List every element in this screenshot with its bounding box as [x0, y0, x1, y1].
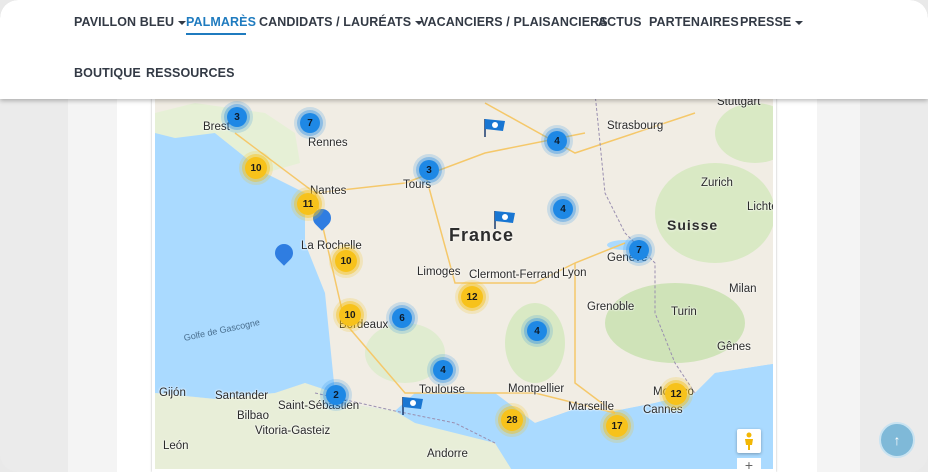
city-label: Clermont-Ferrand — [469, 269, 560, 281]
map-cluster[interactable]: 28 — [501, 409, 523, 431]
city-label: Strasbourg — [607, 120, 664, 132]
map-cluster[interactable]: 10 — [339, 304, 361, 326]
main-navbar: PAVILLON BLEU PALMARÈS CANDIDATS / LAURÉ… — [0, 0, 928, 99]
map-cluster[interactable]: 4 — [547, 131, 567, 151]
city-label: La Rochelle — [301, 240, 362, 252]
nav-label: PARTENAIRES — [649, 15, 739, 29]
city-label: Limoges — [417, 266, 461, 278]
nav-label: ACTUS — [598, 15, 642, 29]
chevron-down-icon — [178, 20, 187, 25]
pavillon-bleu-flag-icon[interactable] — [401, 395, 425, 415]
nav-label: RESSOURCES — [146, 66, 235, 80]
clusters-map[interactable]: France Suisse Golfe de Gascogne Brest Re… — [152, 90, 776, 472]
chevron-down-icon — [795, 20, 804, 25]
city-label: Brest — [203, 121, 230, 133]
map-cluster[interactable]: 17 — [606, 415, 628, 437]
country-label-suisse: Suisse — [667, 217, 719, 233]
pegman-icon[interactable] — [737, 429, 761, 453]
nav-label: PALMARÈS — [186, 15, 257, 29]
map-cluster[interactable]: 2 — [326, 385, 346, 405]
map-cluster[interactable]: 7 — [629, 240, 649, 260]
map-cluster[interactable]: 10 — [245, 157, 267, 179]
map-cluster[interactable]: 11 — [297, 193, 319, 215]
map-cluster[interactable]: 4 — [553, 199, 573, 219]
map-cluster[interactable]: 4 — [527, 321, 547, 341]
nav-item-partenaires[interactable]: PARTENAIRES — [649, 15, 739, 29]
city-label: Lyon — [562, 267, 587, 279]
nav-item-pavillon-bleu[interactable]: PAVILLON BLEU — [74, 15, 187, 29]
nav-item-vacanciers-plaisanciers[interactable]: VACANCIERS / PLAISANCIERS — [420, 15, 608, 29]
pavillon-bleu-flag-icon[interactable] — [483, 117, 507, 137]
nav-item-ressources[interactable]: RESSOURCES — [146, 66, 235, 80]
nav-item-palmares[interactable]: PALMARÈS — [186, 15, 256, 29]
city-label: Toulouse — [419, 384, 466, 396]
city-label: Bilbao — [237, 410, 269, 422]
city-label: Cannes — [643, 404, 683, 416]
map-cluster[interactable]: 12 — [665, 383, 687, 405]
nav-label: CANDIDATS / LAURÉATS — [259, 15, 412, 29]
city-label: Tours — [403, 179, 432, 191]
city-label: Gênes — [717, 341, 751, 353]
city-label: Grenoble — [587, 301, 635, 313]
city-label: Milan — [729, 283, 757, 295]
browser-frame: France Suisse Golfe de Gascogne Brest Re… — [0, 0, 928, 472]
nav-item-boutique[interactable]: BOUTIQUE — [74, 66, 141, 80]
city-label: Vitoria-Gasteiz — [255, 425, 331, 437]
city-label: Marseille — [568, 401, 615, 413]
zoom-in-button[interactable]: + — [737, 457, 761, 472]
map-cluster[interactable]: 12 — [461, 286, 483, 308]
city-label: Santander — [215, 390, 269, 402]
nav-label: PRESSE — [740, 15, 792, 29]
nav-label: BOUTIQUE — [74, 66, 141, 80]
back-to-top-button[interactable]: ↑ — [879, 422, 915, 458]
map-cluster[interactable]: 10 — [335, 250, 357, 272]
nav-label: VACANCIERS / PLAISANCIERS — [420, 15, 608, 29]
pavillon-bleu-flag-icon[interactable] — [493, 209, 517, 229]
city-label: Andorre — [427, 448, 468, 460]
city-label: Montpellier — [508, 383, 565, 395]
city-label: Gijón — [159, 387, 186, 399]
active-nav-underline — [186, 33, 246, 35]
nav-item-actus[interactable]: ACTUS — [598, 15, 642, 29]
map-cluster[interactable]: 3 — [419, 160, 439, 180]
city-label: Zurich — [701, 177, 733, 189]
city-label: Saint-Sébastien — [278, 400, 360, 412]
nav-item-candidats-laureats[interactable]: CANDIDATS / LAURÉATS — [259, 15, 424, 29]
map-cluster[interactable]: 6 — [392, 308, 412, 328]
nav-label: PAVILLON BLEU — [74, 15, 175, 29]
city-label: Turin — [671, 306, 697, 318]
nav-item-presse[interactable]: PRESSE — [740, 15, 804, 29]
city-label: Lichtenstein — [747, 201, 776, 213]
city-label: Rennes — [308, 137, 348, 149]
map-cluster[interactable]: 7 — [300, 113, 320, 133]
map-cluster[interactable]: 4 — [433, 360, 453, 380]
city-label: León — [163, 440, 189, 452]
map-cluster[interactable]: 3 — [227, 107, 247, 127]
